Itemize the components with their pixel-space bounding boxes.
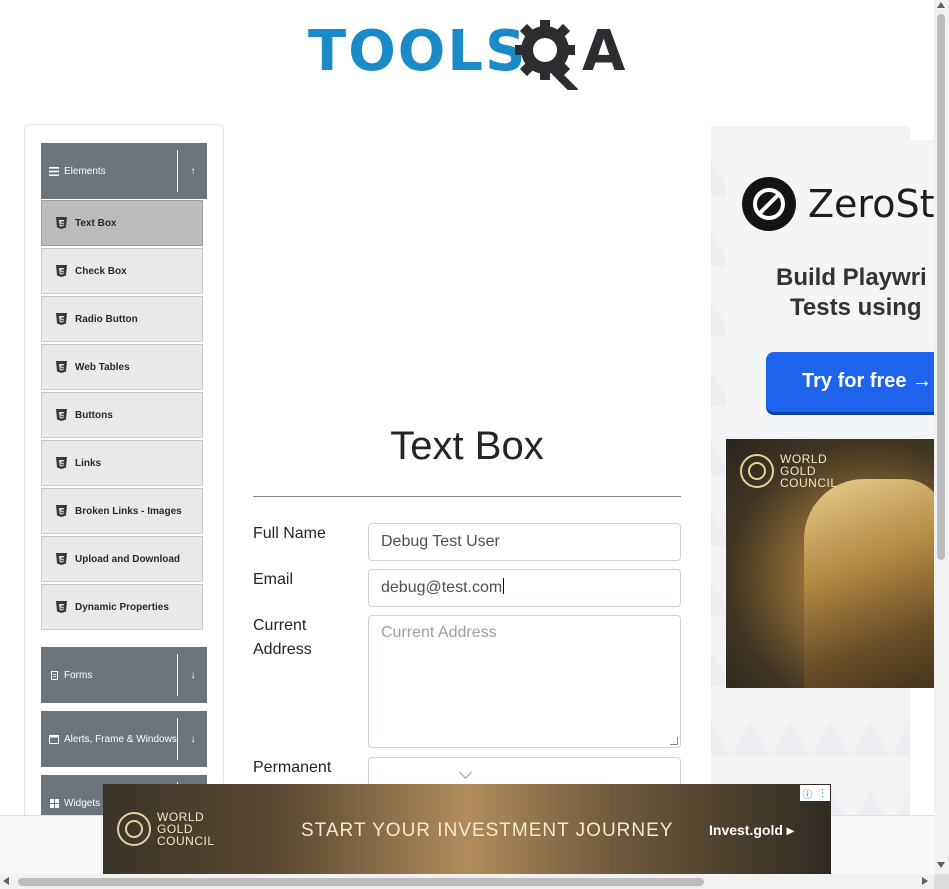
wgc-ring-icon xyxy=(740,454,774,488)
sidebar-group-label: Elements xyxy=(64,165,106,177)
divider xyxy=(177,718,178,760)
sidebar-item-dynamic-properties[interactable]: Dynamic Properties xyxy=(41,584,203,630)
horizontal-scrollbar[interactable] xyxy=(0,874,934,889)
sidebar-group-alerts[interactable]: Alerts, Frame & Windows ↓ xyxy=(41,711,207,767)
current-address-label: Current Address xyxy=(253,614,353,662)
divider xyxy=(177,150,178,192)
sidebar-item-radio-button[interactable]: Radio Button xyxy=(41,296,203,342)
info-icon[interactable]: ⓘ xyxy=(803,786,813,801)
zerostep-ad[interactable]: ZeroSt Build Playwri Tests using Try for… xyxy=(726,140,934,438)
adchoices-badge[interactable]: ⓘ ⋮ xyxy=(800,785,830,801)
hamburger-icon xyxy=(49,166,59,176)
gear-icon xyxy=(515,20,579,90)
scroll-thumb[interactable] xyxy=(18,878,704,886)
sidebar-item-label: Radio Button xyxy=(75,313,138,325)
sidebar-item-buttons[interactable]: Buttons xyxy=(41,392,203,438)
text-caret xyxy=(503,578,505,594)
permanent-address-textarea[interactable] xyxy=(368,757,681,787)
ad-tagline-1: Build Playwri xyxy=(776,264,927,291)
sidebar-item-label: Check Box xyxy=(75,265,127,277)
scroll-up-arrow-icon[interactable] xyxy=(937,2,945,8)
sidebar-item-links[interactable]: Links xyxy=(41,440,203,486)
expand-arrow-icon[interactable]: ↓ xyxy=(187,734,199,745)
permanent-address-label: Permanent xyxy=(253,759,332,776)
sidebar-item-label: Broken Links - Images xyxy=(75,505,182,517)
sidebar: Elements ↑ Text Box Check Box Radio Butt… xyxy=(24,124,224,846)
chevron-down-icon xyxy=(459,766,472,779)
vertical-scrollbar[interactable] xyxy=(934,0,949,874)
close-ad-icon[interactable]: ⋮ xyxy=(818,788,828,799)
divider xyxy=(177,654,178,696)
world-gold-council-logo: WORLD GOLD COUNCIL xyxy=(740,453,838,489)
html5-icon xyxy=(56,553,67,565)
window-icon xyxy=(49,734,59,744)
full-name-input[interactable]: Debug Test User xyxy=(368,523,681,561)
sidebar-item-broken-links[interactable]: Broken Links - Images xyxy=(41,488,203,534)
page-title: Text Box xyxy=(390,424,544,468)
ad-headline: START YOUR INVESTMENT JOURNEY xyxy=(301,820,674,841)
logo-text: TOOLS xyxy=(308,19,528,84)
current-address-label-line1: Current xyxy=(253,617,307,634)
toolsqa-logo[interactable]: TOOLS A xyxy=(308,16,630,90)
html5-icon xyxy=(56,217,67,229)
sidebar-item-label: Web Tables xyxy=(75,361,130,373)
expand-arrow-icon[interactable]: ↓ xyxy=(187,670,199,681)
logo-a-letter: A xyxy=(582,19,626,84)
sidebar-item-label: Buttons xyxy=(75,409,113,421)
html5-icon xyxy=(56,409,67,421)
current-address-textarea[interactable]: Current Address xyxy=(368,615,681,748)
sidebar-item-check-box[interactable]: Check Box xyxy=(41,248,203,294)
html5-icon xyxy=(56,505,67,517)
email-input[interactable]: debug@test.com xyxy=(368,569,681,607)
sidebar-item-label: Upload and Download xyxy=(75,553,180,565)
sidebar-group-label: Alerts, Frame & Windows xyxy=(64,733,177,745)
invest-gold-link[interactable]: Invest.gold ▸ xyxy=(709,822,794,839)
current-address-placeholder: Current Address xyxy=(381,624,497,641)
scroll-right-arrow-icon[interactable] xyxy=(922,877,928,885)
try-free-button[interactable]: Try for free → xyxy=(766,352,934,412)
sidebar-item-label: Text Box xyxy=(75,217,117,229)
sidebar-group-forms[interactable]: Forms ↓ xyxy=(41,647,207,703)
grid-icon xyxy=(49,798,59,808)
doc-icon xyxy=(49,670,59,680)
html5-icon xyxy=(56,601,67,613)
scrollbar-corner xyxy=(934,874,949,889)
current-address-label-line2: Address xyxy=(253,641,312,658)
world-gold-side-ad[interactable]: WORLD GOLD COUNCIL xyxy=(726,439,934,688)
email-value: debug@test.com xyxy=(381,579,503,596)
wgc-ring-icon xyxy=(117,812,151,846)
html5-icon xyxy=(56,265,67,277)
full-name-label: Full Name xyxy=(253,525,326,542)
sidebar-item-label: Dynamic Properties xyxy=(75,601,169,613)
wgc-line: COUNCIL xyxy=(157,834,215,848)
html5-icon xyxy=(56,313,67,325)
world-gold-council-logo: WORLD GOLD COUNCIL xyxy=(117,811,215,847)
wgc-line: COUNCIL xyxy=(780,476,838,490)
scroll-down-arrow-icon[interactable] xyxy=(937,862,945,868)
html5-icon xyxy=(56,361,67,373)
world-gold-banner-ad[interactable]: WORLD GOLD COUNCIL START YOUR INVESTMENT… xyxy=(103,784,831,874)
ad-brand: ZeroSt xyxy=(808,182,934,226)
sidebar-item-text-box[interactable]: Text Box xyxy=(41,200,203,246)
ad-tagline-2: Tests using xyxy=(790,294,922,321)
title-divider xyxy=(253,496,681,497)
email-label: Email xyxy=(253,571,294,588)
sidebar-group-label: Forms xyxy=(64,669,93,681)
resize-handle-icon[interactable] xyxy=(670,737,678,745)
sidebar-item-web-tables[interactable]: Web Tables xyxy=(41,344,203,390)
full-name-value: Debug Test User xyxy=(381,533,500,550)
html5-icon xyxy=(56,457,67,469)
scroll-left-arrow-icon[interactable] xyxy=(3,877,9,885)
sidebar-item-label: Links xyxy=(75,457,102,469)
sidebar-group-elements[interactable]: Elements ↑ xyxy=(41,143,207,199)
sidebar-item-upload-download[interactable]: Upload and Download xyxy=(41,536,203,582)
scroll-thumb[interactable] xyxy=(937,14,945,560)
zerostep-logo-icon xyxy=(742,177,796,231)
ad-photo xyxy=(804,479,934,688)
collapse-arrow-icon[interactable]: ↑ xyxy=(187,166,199,177)
